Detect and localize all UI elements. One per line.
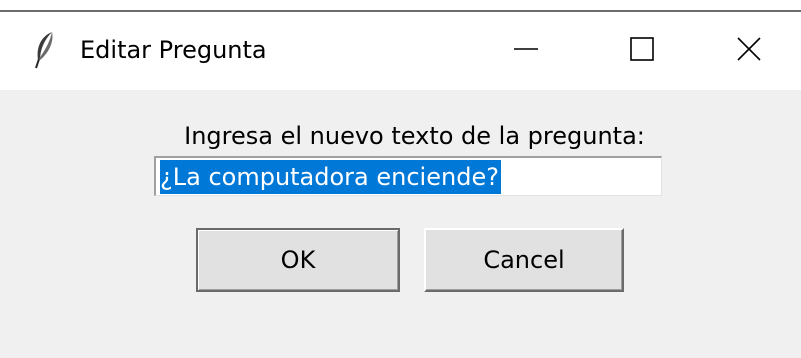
question-text-input[interactable]: ¿La computadora enciende? <box>154 156 662 196</box>
feather-icon <box>30 30 58 70</box>
window-title: Editar Pregunta <box>80 36 267 64</box>
ok-button[interactable]: OK <box>196 228 400 292</box>
edit-question-dialog: Editar Pregunta Ingresa el nuevo texto d… <box>0 12 801 358</box>
background-window-edge <box>0 0 801 12</box>
dialog-body: Ingresa el nuevo texto de la pregunta: ¿… <box>0 90 801 358</box>
prompt-label: Ingresa el nuevo texto de la pregunta: <box>184 122 645 150</box>
maximize-button[interactable] <box>584 12 700 90</box>
selected-input-text: ¿La computadora enciende? <box>160 160 501 194</box>
minimize-icon <box>513 36 539 66</box>
maximize-icon <box>629 36 655 66</box>
title-bar[interactable]: Editar Pregunta <box>0 12 801 90</box>
close-button[interactable] <box>696 12 801 90</box>
cancel-button[interactable]: Cancel <box>424 228 624 292</box>
minimize-button[interactable] <box>468 12 584 90</box>
close-icon <box>736 36 762 66</box>
